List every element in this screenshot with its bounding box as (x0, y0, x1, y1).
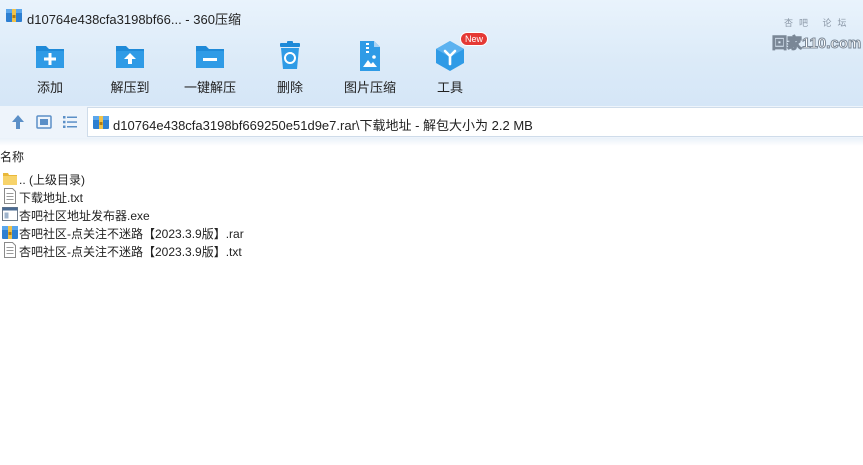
header-divider (0, 138, 863, 146)
column-header-name[interactable]: 名称 (0, 148, 24, 165)
window-title: d10764e438cfa3198bf66... - 360压缩 (27, 12, 241, 27)
tools-button[interactable]: New 工具 (410, 32, 490, 98)
path-field[interactable]: d10764e438cfa3198bf669250e51d9e7.rar\下载地… (87, 107, 863, 137)
new-badge: New (460, 32, 489, 46)
list-item[interactable]: .. (上级目录) (0, 169, 400, 187)
extract-to-icon (116, 46, 144, 68)
delete-button[interactable]: 删除 (250, 36, 330, 98)
list-view-icon[interactable] (62, 114, 78, 130)
up-arrow-icon[interactable] (10, 114, 26, 130)
rar-file-icon (2, 226, 18, 239)
list-item[interactable]: 杏吧社区地址发布器.exe (0, 205, 400, 223)
title-bar[interactable]: d10764e438cfa3198bf66... - 360压缩 (0, 0, 863, 32)
watermark-main-text: 回家110.com (771, 35, 862, 53)
toolbar: 添加 解压到 一键解压 删除 图片压缩 New 工具 (0, 32, 760, 98)
text-file-icon (4, 188, 16, 204)
watermark-top-text: 杏吧 论坛 (784, 18, 853, 28)
thumbnail-view-icon[interactable] (36, 114, 52, 130)
window-header: d10764e438cfa3198bf66... - 360压缩 杏吧 论坛 回… (0, 0, 863, 106)
one-click-extract-icon (196, 46, 224, 68)
extract-to-button[interactable]: 解压到 (90, 36, 170, 98)
delete-icon (280, 41, 300, 69)
archive-icon (93, 116, 109, 129)
watermark-logo: 杏吧 论坛 回家110.com (770, 14, 862, 54)
text-file-icon (4, 242, 16, 258)
tools-icon (436, 41, 464, 71)
list-item[interactable]: 下载地址.txt (0, 187, 400, 205)
add-button[interactable]: 添加 (10, 36, 90, 98)
one-click-extract-button[interactable]: 一键解压 (170, 36, 250, 98)
address-bar: d10764e438cfa3198bf669250e51d9e7.rar\下载地… (0, 106, 863, 138)
image-compress-button[interactable]: 图片压缩 (330, 36, 410, 98)
exe-file-icon (2, 207, 18, 221)
archive-icon (6, 9, 22, 22)
list-item[interactable]: 杏吧社区-点关注不迷路【2023.3.9版】.txt (0, 241, 400, 259)
file-list: .. (上级目录) 下载地址.txt 杏吧社区地址发布器.exe 杏吧社区-点关… (0, 169, 863, 259)
folder-icon (3, 173, 17, 185)
image-compress-icon (360, 41, 380, 71)
path-text: d10764e438cfa3198bf669250e51d9e7.rar\下载地… (113, 118, 533, 133)
add-icon (36, 46, 64, 68)
list-item[interactable]: 杏吧社区-点关注不迷路【2023.3.9版】.rar (0, 223, 400, 241)
